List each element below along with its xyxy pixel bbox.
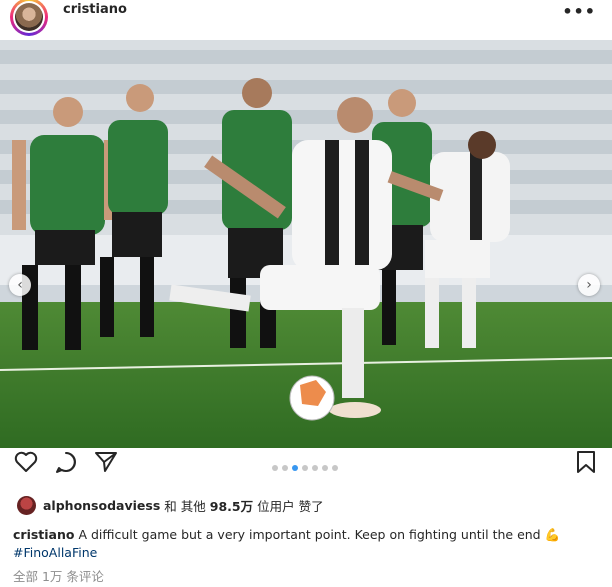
caption-hashtag[interactable]: #FinoAllaFine: [13, 545, 97, 560]
share-icon[interactable]: [93, 450, 119, 474]
avatar-photo: [15, 3, 43, 31]
avatar[interactable]: [10, 0, 48, 36]
carousel-dot-active: [292, 465, 298, 471]
post-header: cristiano •••: [0, 0, 612, 38]
football: [289, 375, 335, 421]
liker-username[interactable]: alphonsodaviess: [43, 498, 160, 513]
liker-avatar[interactable]: [17, 495, 36, 515]
action-bar: [0, 450, 612, 474]
view-comments-link[interactable]: 全部 1万 条评论: [13, 566, 104, 585]
football-photo: [0, 40, 612, 448]
carousel-dot: [272, 465, 278, 471]
caption-username[interactable]: cristiano: [13, 527, 74, 542]
post-photo[interactable]: ‹ ›: [0, 40, 612, 448]
carousel-dot: [282, 465, 288, 471]
more-options-icon[interactable]: •••: [562, 2, 596, 21]
likes-row: alphonsodaviess 和 其他 98.5万 位用户 赞了: [17, 495, 324, 515]
caption-text: A difficult game but a very important po…: [78, 527, 561, 542]
heart-icon[interactable]: [13, 450, 39, 474]
post-username[interactable]: cristiano: [63, 2, 127, 17]
carousel-next-button[interactable]: ›: [578, 274, 600, 296]
carousel-dot: [332, 465, 338, 471]
likes-text-users: 位用户 赞了: [257, 498, 324, 514]
carousel-dots: [272, 465, 338, 471]
bookmark-icon[interactable]: [573, 450, 599, 474]
carousel-dot: [302, 465, 308, 471]
likes-count[interactable]: 98.5万: [210, 496, 253, 515]
likes-text-and: 和 其他: [164, 498, 206, 514]
carousel-prev-button[interactable]: ‹: [9, 274, 31, 296]
carousel-dot: [322, 465, 328, 471]
caption: cristiano A difficult game but a very im…: [13, 527, 603, 543]
comment-icon[interactable]: [53, 450, 79, 474]
carousel-dot: [312, 465, 318, 471]
